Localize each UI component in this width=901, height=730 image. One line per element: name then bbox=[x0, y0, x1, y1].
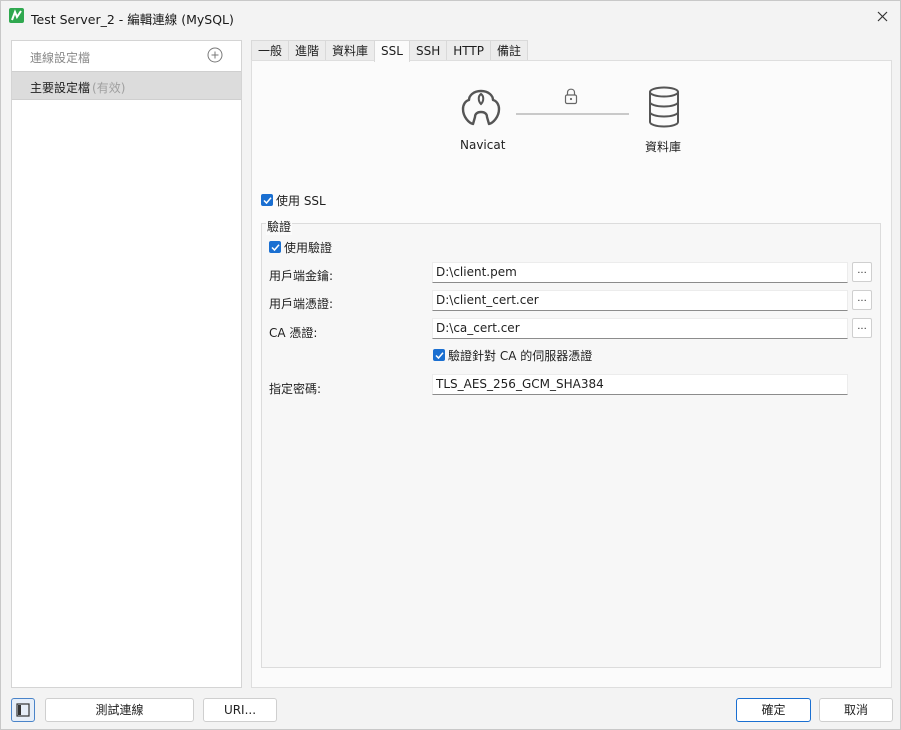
ca-cert-input[interactable]: D:\ca_cert.cer bbox=[432, 318, 848, 339]
navicat-logo-icon bbox=[461, 89, 501, 126]
tab-general[interactable]: 一般 bbox=[251, 40, 290, 61]
toggle-sidebar-button[interactable] bbox=[11, 698, 35, 722]
auth-group-title: 驗證 bbox=[266, 218, 293, 235]
use-ssl-label: 使用 SSL bbox=[276, 194, 326, 208]
title-bar: Test Server_2 - 編輯連線 (MySQL) bbox=[1, 1, 900, 31]
tab-ssl[interactable]: SSL bbox=[374, 40, 410, 62]
profile-item-main[interactable]: 主要設定檔 (有效) bbox=[12, 71, 241, 100]
database-icon bbox=[649, 86, 679, 128]
tab-http[interactable]: HTTP bbox=[446, 40, 491, 61]
profile-item-status: (有效) bbox=[92, 81, 126, 95]
test-connection-button[interactable]: 測試連線 bbox=[45, 698, 194, 722]
sidebar-panel-icon bbox=[16, 703, 30, 717]
ca-cert-browse-button[interactable]: ... bbox=[852, 318, 872, 338]
checkmark-icon bbox=[434, 351, 444, 359]
cancel-button[interactable]: 取消 bbox=[819, 698, 893, 722]
use-auth-label: 使用驗證 bbox=[284, 241, 333, 255]
client-key-label: 用戶端金鑰: bbox=[269, 269, 334, 283]
tab-ssh[interactable]: SSH bbox=[408, 40, 448, 61]
checkmark-icon bbox=[262, 196, 272, 204]
diagram-client-label: Navicat bbox=[460, 138, 506, 152]
client-key-browse-button[interactable]: ... bbox=[852, 262, 872, 282]
lock-icon bbox=[564, 88, 578, 105]
client-cert-input[interactable]: D:\client_cert.cer bbox=[432, 290, 848, 311]
tab-advanced[interactable]: 進階 bbox=[288, 40, 327, 61]
cipher-label: 指定密碼: bbox=[269, 382, 322, 396]
add-profile-icon[interactable] bbox=[207, 47, 223, 63]
verify-ca-checkbox[interactable] bbox=[433, 349, 445, 361]
dialog-window: Test Server_2 - 編輯連線 (MySQL) 連線設定檔 主要設定檔… bbox=[0, 0, 901, 730]
profile-panel: 連線設定檔 主要設定檔 (有效) bbox=[11, 40, 242, 688]
ssl-tab-content: Navicat 資料庫 使用 SSL 驗證 使用驗證 用戶端金鑰: D:\cli… bbox=[251, 60, 892, 688]
profile-panel-title: 連線設定檔 bbox=[30, 51, 91, 65]
use-auth-checkbox[interactable] bbox=[269, 241, 281, 253]
profile-item-label: 主要設定檔 (有效) bbox=[30, 81, 126, 95]
connection-line bbox=[516, 113, 629, 115]
close-icon bbox=[877, 11, 887, 21]
close-button[interactable] bbox=[864, 1, 900, 31]
tab-database[interactable]: 資料庫 bbox=[325, 40, 376, 61]
diagram-server-label: 資料庫 bbox=[645, 140, 682, 154]
profile-panel-header: 連線設定檔 bbox=[12, 41, 241, 70]
use-ssl-checkbox[interactable] bbox=[261, 194, 273, 206]
tab-notes[interactable]: 備註 bbox=[489, 40, 528, 61]
cipher-input[interactable]: TLS_AES_256_GCM_SHA384 bbox=[432, 374, 848, 395]
ok-button[interactable]: 確定 bbox=[736, 698, 811, 722]
client-cert-browse-button[interactable]: ... bbox=[852, 290, 872, 310]
checkmark-icon bbox=[270, 243, 280, 251]
client-cert-label: 用戶端憑證: bbox=[269, 297, 334, 311]
navicat-app-icon bbox=[9, 8, 24, 23]
verify-ca-label: 驗證針對 CA 的伺服器憑證 bbox=[448, 349, 593, 363]
tab-bar: 一般 進階 資料庫 SSL SSH HTTP 備註 bbox=[251, 40, 528, 62]
ca-cert-label: CA 憑證: bbox=[269, 326, 318, 340]
uri-button[interactable]: URI... bbox=[203, 698, 277, 722]
window-title: Test Server_2 - 編輯連線 (MySQL) bbox=[31, 12, 234, 27]
client-key-input[interactable]: D:\client.pem bbox=[432, 262, 848, 283]
